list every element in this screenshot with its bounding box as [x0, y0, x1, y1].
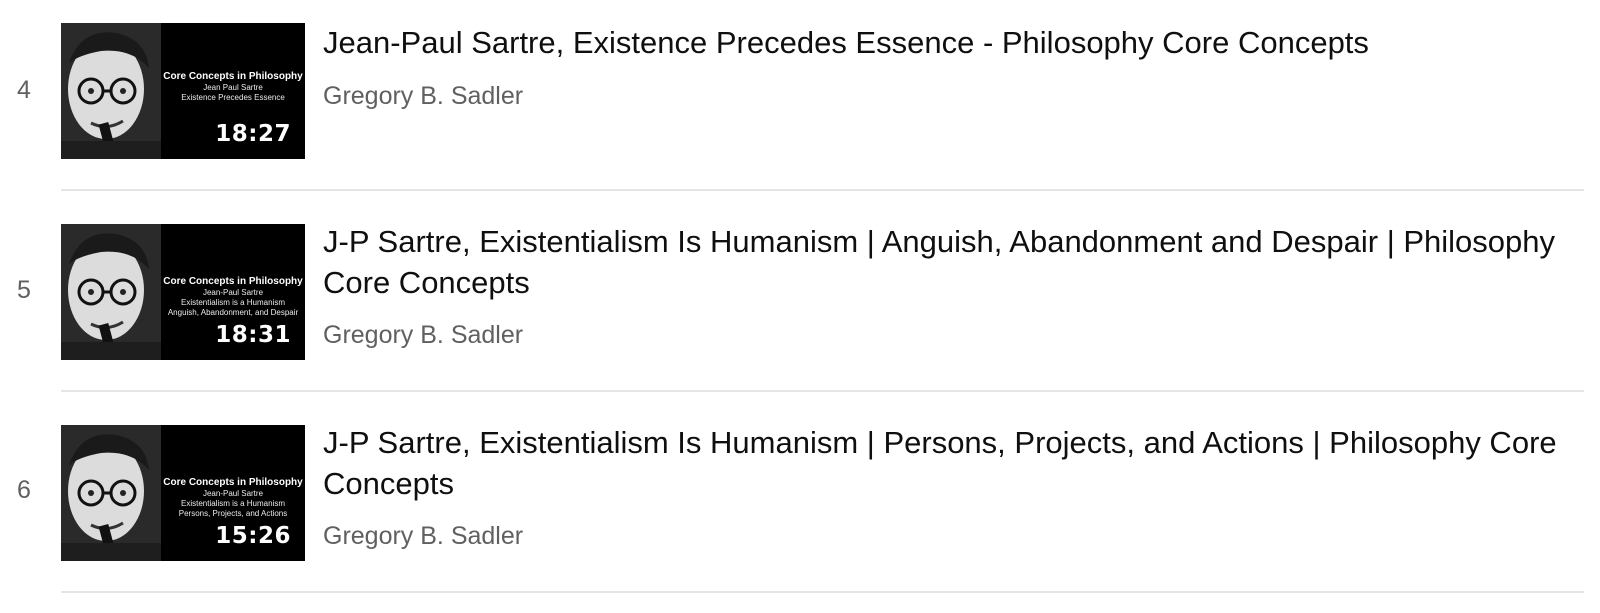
row-divider [61, 189, 1584, 191]
thumbnail-caption: Core Concepts in Philosophy Jean-Paul Sa… [161, 276, 305, 318]
video-duration: 18:27 [215, 121, 291, 147]
channel-name[interactable]: Gregory B. Sadler [323, 321, 523, 350]
playlist-index: 5 [17, 276, 31, 304]
thumbnail-line: Jean Paul Sartre [203, 83, 263, 92]
video-thumbnail[interactable]: Core Concepts in Philosophy Jean-Paul Sa… [61, 425, 305, 561]
thumbnail-line: Jean-Paul Sartre [202, 288, 264, 297]
thumbnail-caption: Core Concepts in Philosophy Jean-Paul Sa… [161, 477, 305, 519]
thumbnail-portrait [61, 23, 161, 159]
video-title[interactable]: J-P Sartre, Existentialism Is Humanism |… [323, 422, 1563, 504]
thumbnail-series-title: Core Concepts in Philosophy [163, 71, 303, 82]
channel-name[interactable]: Gregory B. Sadler [323, 522, 523, 551]
playlist-row[interactable]: 5 Core Concepts in Philosophy Jean-Paul … [0, 201, 1600, 401]
playlist-index: 6 [17, 476, 31, 504]
playlist-row[interactable]: 6 Core Concepts in Philosophy Jean-Paul … [0, 402, 1600, 602]
playlist-index: 4 [17, 76, 31, 104]
video-duration: 18:31 [215, 322, 291, 348]
thumbnail-series-title: Core Concepts in Philosophy [163, 276, 303, 287]
video-thumbnail[interactable]: Core Concepts in Philosophy Jean-Paul Sa… [61, 224, 305, 360]
video-duration: 15:26 [215, 523, 291, 549]
channel-name[interactable]: Gregory B. Sadler [323, 82, 523, 111]
thumbnail-line: Existentialism is a Humanism [180, 499, 286, 508]
thumbnail-line: Jean-Paul Sartre [202, 489, 264, 498]
video-thumbnail[interactable]: Core Concepts in Philosophy Jean Paul Sa… [61, 23, 305, 159]
thumbnail-line: Persons, Projects, and Actions [178, 509, 288, 518]
thumbnail-caption: Core Concepts in Philosophy Jean Paul Sa… [161, 71, 305, 103]
video-title[interactable]: J-P Sartre, Existentialism Is Humanism |… [323, 221, 1563, 303]
thumbnail-portrait [61, 224, 161, 360]
playlist-row[interactable]: 4 Core Concepts in Philosophy Jean Paul … [0, 0, 1600, 200]
row-divider [61, 591, 1584, 593]
thumbnail-line: Anguish, Abandonment, and Despair [167, 308, 299, 317]
thumbnail-line: Existence Precedes Essence [181, 93, 285, 102]
thumbnail-line: Existentialism is a Humanism [180, 298, 286, 307]
row-divider [61, 390, 1584, 392]
video-title[interactable]: Jean-Paul Sartre, Existence Precedes Ess… [323, 22, 1563, 63]
thumbnail-portrait [61, 425, 161, 561]
thumbnail-series-title: Core Concepts in Philosophy [163, 477, 303, 488]
